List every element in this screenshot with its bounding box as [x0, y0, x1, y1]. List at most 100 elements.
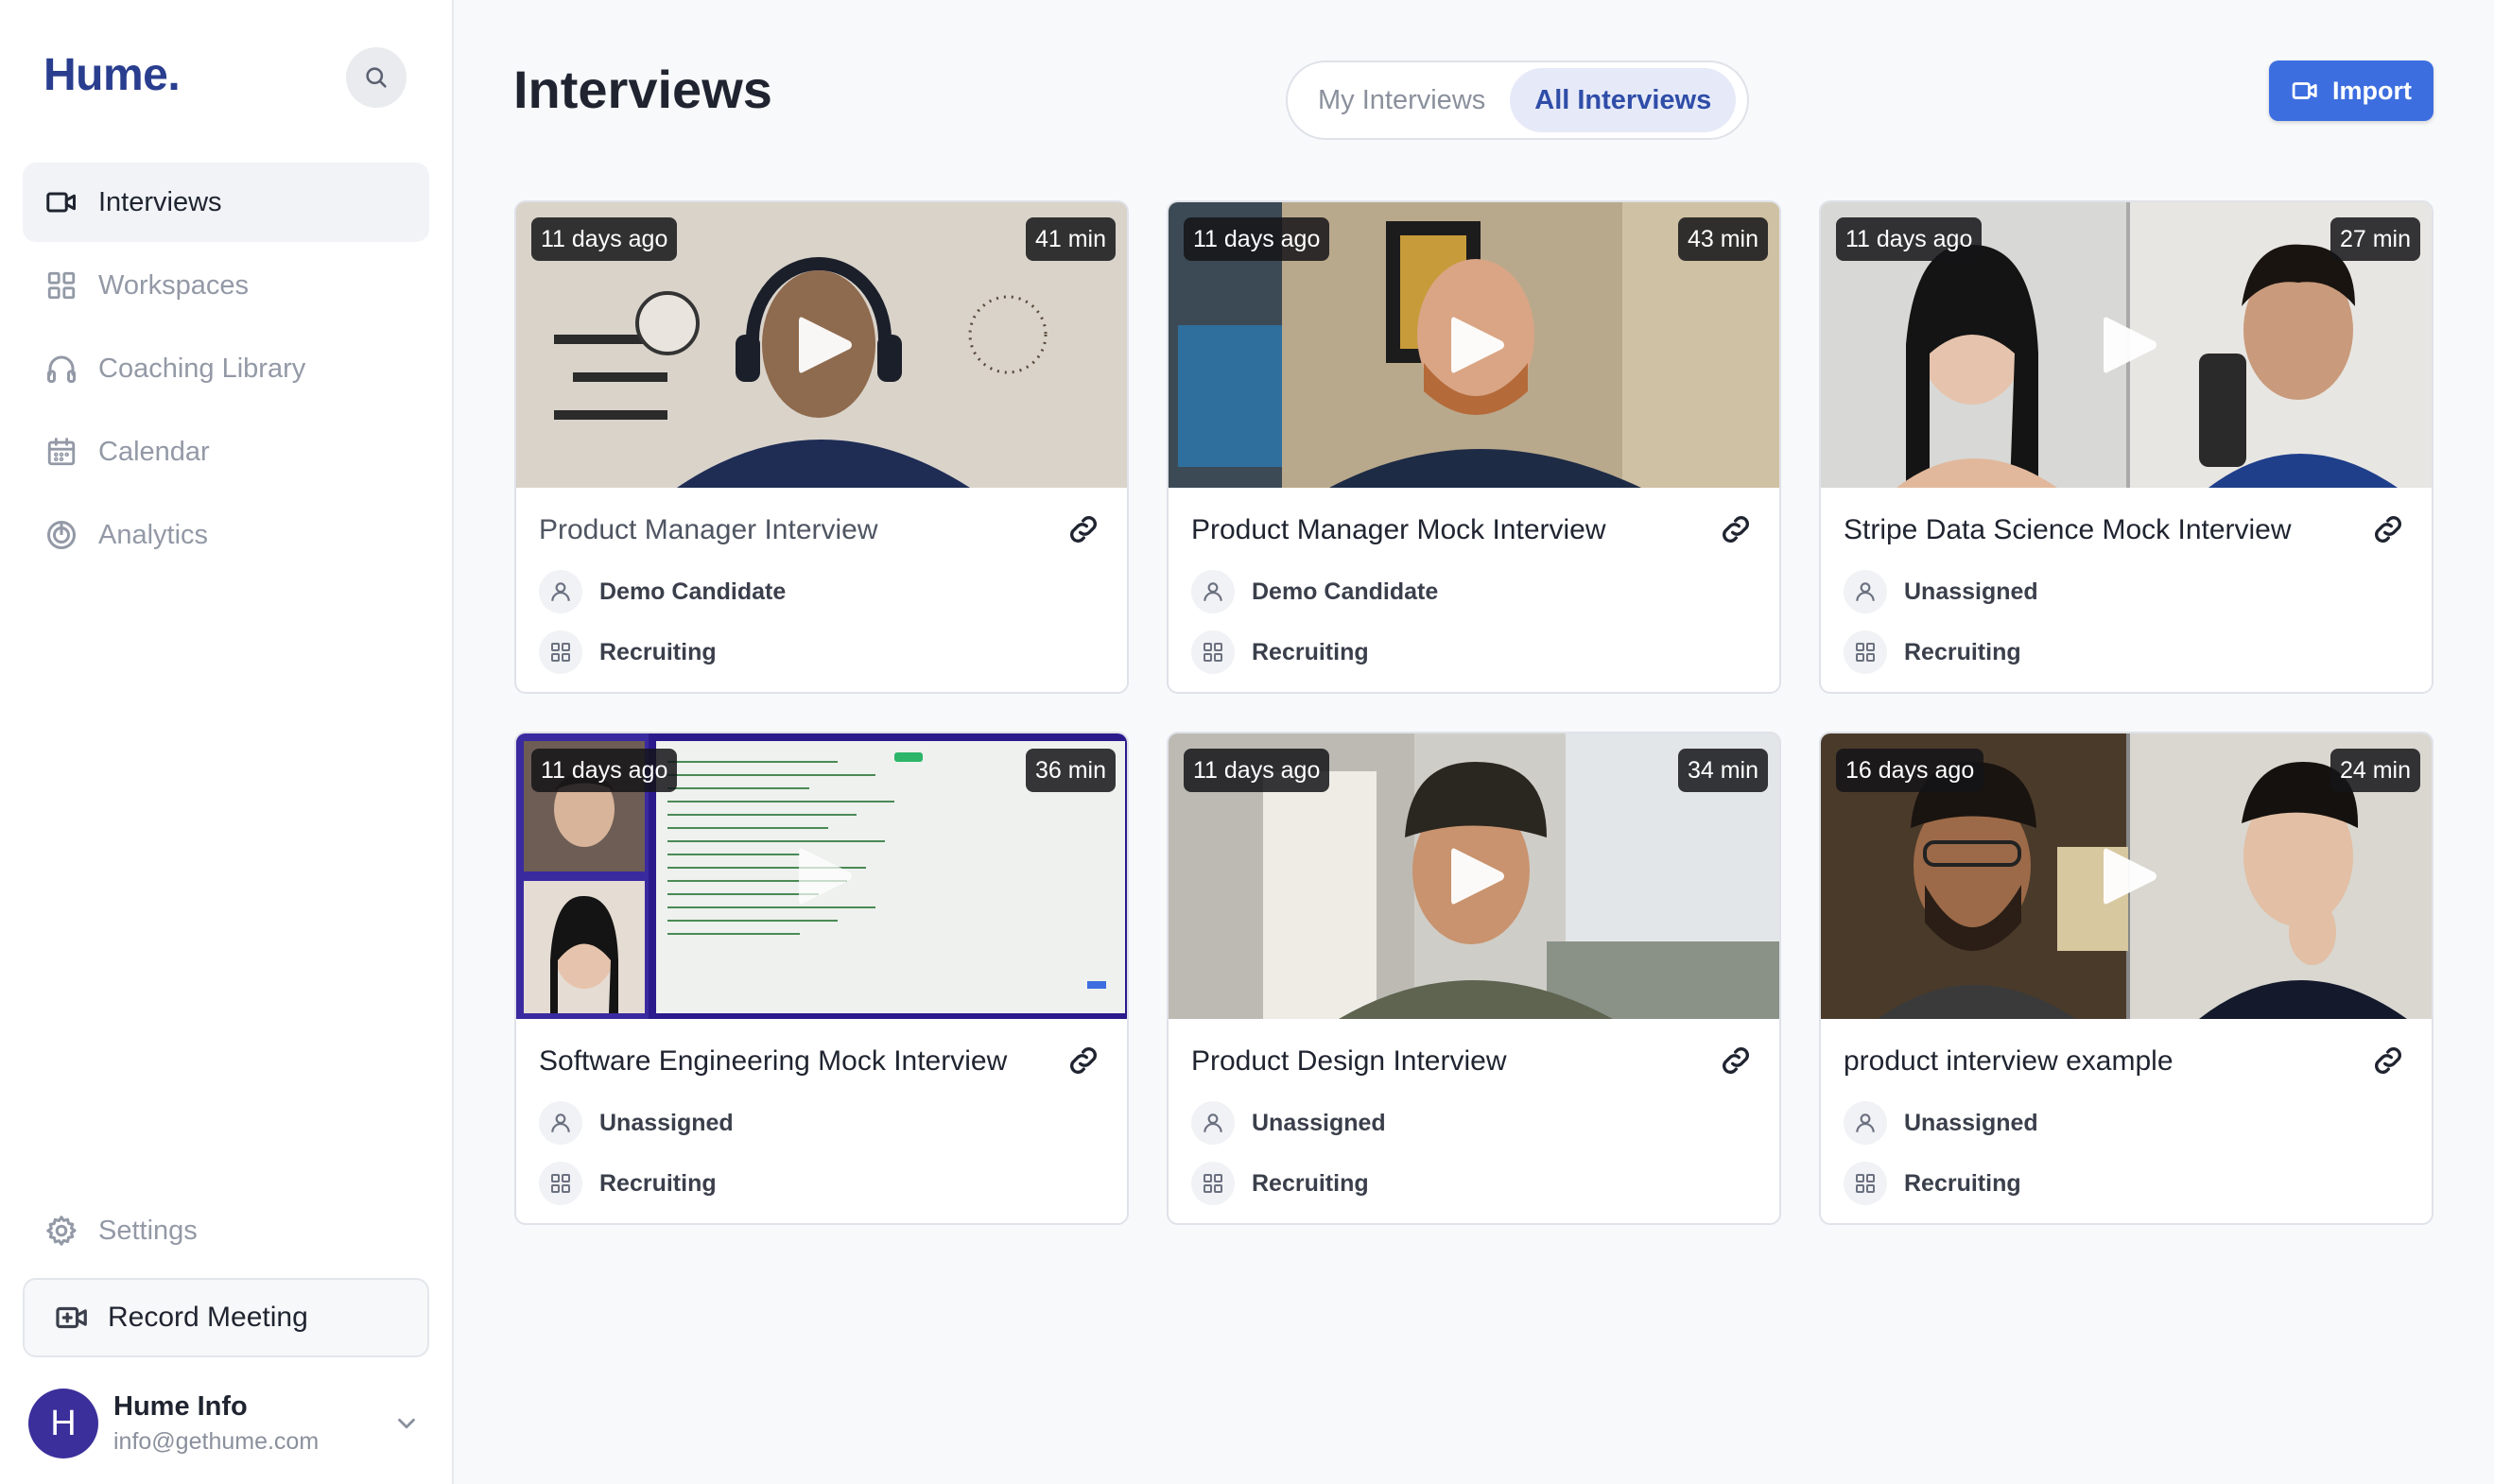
- interview-title[interactable]: Product Design Interview: [1191, 1045, 1702, 1078]
- duration-badge: 41 min: [1025, 217, 1116, 261]
- tab-all-interviews[interactable]: All Interviews: [1510, 68, 1737, 132]
- link-icon[interactable]: [1065, 510, 1102, 548]
- nav-item-label: Coaching Library: [98, 353, 306, 384]
- play-icon[interactable]: [2100, 314, 2160, 376]
- candidate-row: Demo Candidate: [1191, 569, 1438, 614]
- calendar-icon: [43, 434, 79, 470]
- duration-badge: 27 min: [2329, 217, 2420, 261]
- user-name: Hume Info: [113, 1391, 248, 1422]
- video-thumbnail[interactable]: 11 days ago 36 min: [516, 733, 1127, 1019]
- interview-card[interactable]: 11 days ago 41 min Product Manager Inter…: [514, 200, 1129, 694]
- interview-card[interactable]: 11 days ago 43 min Product Manager Mock …: [1167, 200, 1781, 694]
- video-camera-icon: [2291, 77, 2319, 105]
- video-plus-icon: [53, 1299, 91, 1337]
- link-icon[interactable]: [1717, 510, 1755, 548]
- interview-card[interactable]: 16 days ago 24 min product interview exa…: [1819, 732, 2433, 1225]
- interview-title[interactable]: Stripe Data Science Mock Interview: [1844, 514, 2354, 546]
- duration-badge: 34 min: [1677, 749, 1768, 792]
- nav-item-calendar[interactable]: Calendar: [23, 412, 429, 492]
- workspace-name: Recruiting: [1904, 1169, 2021, 1197]
- video-thumbnail[interactable]: 11 days ago 34 min: [1169, 733, 1779, 1019]
- duration-badge: 43 min: [1677, 217, 1768, 261]
- user-icon: [539, 570, 582, 613]
- grid-icon: [1844, 1162, 1887, 1205]
- grid-icon: [1844, 630, 1887, 674]
- import-button[interactable]: Import: [2269, 60, 2433, 121]
- nav-item-label: Analytics: [98, 519, 209, 550]
- interview-filter-toggle: My Interviews All Interviews: [1286, 60, 1749, 140]
- candidate-name: Unassigned: [1252, 1109, 1386, 1136]
- interview-card[interactable]: 11 days ago 34 min Product Design Interv…: [1167, 732, 1781, 1225]
- search-icon: [366, 67, 387, 88]
- video-thumbnail[interactable]: 16 days ago 24 min: [1821, 733, 2432, 1019]
- candidate-row: Unassigned: [1844, 569, 2038, 614]
- interview-card[interactable]: 11 days ago 27 min Stripe Data Science M…: [1819, 200, 2433, 694]
- user-icon: [1191, 1101, 1235, 1145]
- duration-badge: 36 min: [1025, 749, 1116, 792]
- workspace-row: Recruiting: [539, 630, 717, 675]
- import-label: Import: [2332, 76, 2412, 105]
- interview-title[interactable]: Software Engineering Mock Interview: [539, 1045, 1049, 1078]
- avatar: H: [28, 1389, 98, 1458]
- user-icon: [1844, 1101, 1887, 1145]
- nav-item-settings[interactable]: Settings: [23, 1191, 429, 1270]
- recorded-age-badge: 16 days ago: [1836, 749, 1984, 792]
- candidate-name: Unassigned: [599, 1109, 734, 1136]
- hume-logo[interactable]: Hume.: [43, 49, 181, 101]
- video-thumbnail[interactable]: 11 days ago 27 min: [1821, 202, 2432, 488]
- candidate-row: Unassigned: [1844, 1100, 2038, 1146]
- recorded-age-badge: 11 days ago: [1836, 217, 1983, 261]
- chevron-down-icon[interactable]: [388, 1405, 425, 1442]
- link-icon[interactable]: [1065, 1042, 1102, 1079]
- sidebar: Hume. Interviews Workspaces Coaching Lib…: [0, 0, 454, 1484]
- interview-title[interactable]: Product Manager Mock Interview: [1191, 514, 1702, 546]
- workspace-row: Recruiting: [1191, 630, 1369, 675]
- target-icon: [43, 517, 79, 553]
- play-icon[interactable]: [2100, 845, 2160, 907]
- workspace-row: Recruiting: [539, 1161, 717, 1206]
- interview-card[interactable]: 11 days ago 36 min Software Engineering …: [514, 732, 1129, 1225]
- link-icon[interactable]: [2369, 1042, 2407, 1079]
- candidate-name: Unassigned: [1904, 1109, 2038, 1136]
- play-icon[interactable]: [1447, 314, 1508, 376]
- interview-title[interactable]: product interview example: [1844, 1045, 2354, 1078]
- search-button[interactable]: [346, 47, 407, 108]
- headphones-icon: [43, 351, 79, 387]
- link-icon[interactable]: [1717, 1042, 1755, 1079]
- video-thumbnail[interactable]: 11 days ago 41 min: [516, 202, 1127, 488]
- nav-item-interviews[interactable]: Interviews: [23, 163, 429, 242]
- user-icon: [539, 1101, 582, 1145]
- grid-icon: [1191, 630, 1235, 674]
- settings-label: Settings: [98, 1215, 198, 1246]
- nav-item-workspaces[interactable]: Workspaces: [23, 246, 429, 325]
- user-icon: [1844, 570, 1887, 613]
- video-thumbnail[interactable]: 11 days ago 43 min: [1169, 202, 1779, 488]
- video-camera-icon: [43, 184, 79, 220]
- user-menu[interactable]: H Hume Info info@gethume.com: [28, 1386, 425, 1461]
- nav-item-analytics[interactable]: Analytics: [23, 495, 429, 575]
- workspace-name: Recruiting: [1252, 1169, 1369, 1197]
- workspace-row: Recruiting: [1844, 630, 2021, 675]
- link-icon[interactable]: [2369, 510, 2407, 548]
- candidate-name: Unassigned: [1904, 578, 2038, 605]
- play-icon[interactable]: [795, 845, 856, 907]
- candidate-name: Demo Candidate: [599, 578, 787, 605]
- gear-icon: [43, 1213, 79, 1249]
- nav-item-coaching-library[interactable]: Coaching Library: [23, 329, 429, 408]
- workspace-name: Recruiting: [599, 638, 717, 665]
- recorded-age-badge: 11 days ago: [1184, 749, 1330, 792]
- candidate-name: Demo Candidate: [1252, 578, 1439, 605]
- tab-my-interviews[interactable]: My Interviews: [1293, 68, 1510, 132]
- play-icon[interactable]: [795, 314, 856, 376]
- grid-icon: [539, 1162, 582, 1205]
- play-icon[interactable]: [1447, 845, 1508, 907]
- recorded-age-badge: 11 days ago: [531, 217, 678, 261]
- grid-icon: [539, 630, 582, 674]
- user-email: info@gethume.com: [113, 1428, 320, 1455]
- nav-item-label: Workspaces: [98, 269, 250, 301]
- grid-icon: [1191, 1162, 1235, 1205]
- workspace-name: Recruiting: [599, 1169, 717, 1197]
- nav-item-label: Interviews: [98, 186, 222, 217]
- interview-title[interactable]: Product Manager Interview: [539, 514, 1049, 546]
- record-meeting-button[interactable]: Record Meeting: [23, 1278, 429, 1357]
